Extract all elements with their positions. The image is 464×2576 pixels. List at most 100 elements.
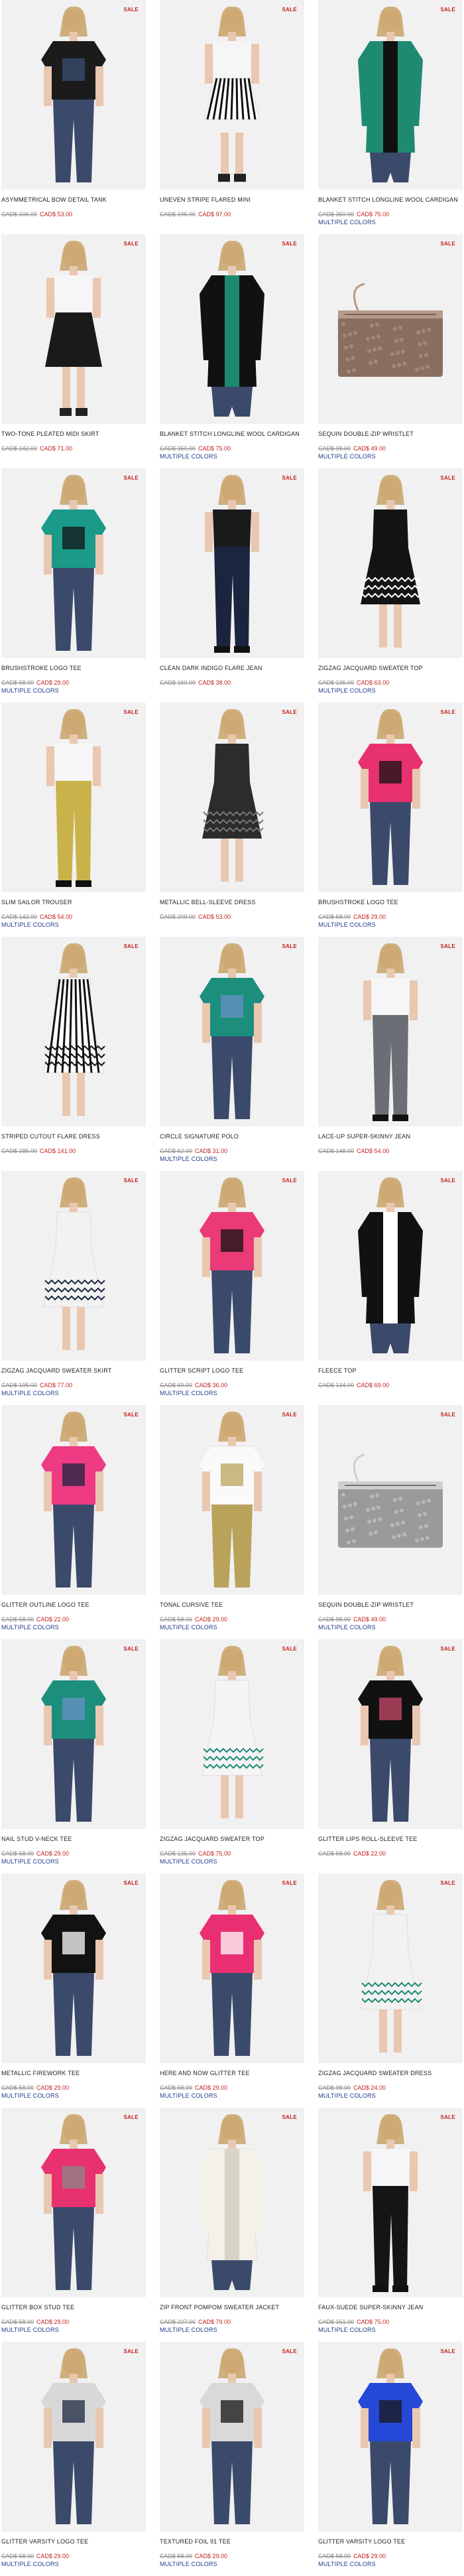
product-name[interactable]: FLEECE TOP [318,1367,463,1382]
multiple-colors-link[interactable]: MULTIPLE COLORS [318,1623,463,1631]
product-image[interactable]: SALE [160,1639,304,1829]
product-card[interactable]: SALE ZIGZAG JACQUARD SWEATER SKIRT CAD$ 19… [1,1171,146,1405]
product-image[interactable]: SALE [160,937,304,1126]
multiple-colors-link[interactable]: MULTIPLE COLORS [160,2560,304,2568]
product-image[interactable]: SALE [318,1639,463,1829]
product-image[interactable]: SALE [1,1639,146,1829]
product-name[interactable]: SEQUIN DOUBLE-ZIP WRISTLET [318,1601,463,1616]
product-card[interactable]: SALE GLITTER OUTLINE LOGO TEE CAD$ 58.00 CA… [1,1405,146,1639]
multiple-colors-link[interactable]: MULTIPLE COLORS [1,2092,146,2100]
product-image[interactable]: SALE [1,234,146,424]
product-name[interactable]: TONAL CURSIVE TEE [160,1601,304,1616]
product-image[interactable]: SALE [1,2342,146,2532]
product-name[interactable]: ZIP FRONT POMPOM SWEATER JACKET [160,2304,304,2319]
product-card[interactable]: SALE CLEAN DARK INDIGO FLARE JEAN CAD$ 160… [160,468,304,703]
product-name[interactable]: ZIGZAG JACQUARD SWEATER TOP [160,1836,304,1850]
product-image[interactable]: SALE [1,468,146,658]
multiple-colors-link[interactable]: MULTIPLE COLORS [1,687,146,695]
product-card[interactable]: SALE BRUSHSTROKE LOGO TEE CAD$ 58.00 CAD$ 2… [1,468,146,703]
multiple-colors-link[interactable]: MULTIPLE COLORS [318,2560,463,2568]
product-image[interactable]: SALE [318,468,463,658]
product-name[interactable]: METALLIC FIREWORK TEE [1,2070,146,2084]
product-image[interactable]: SALE [318,937,463,1126]
multiple-colors-link[interactable]: MULTIPLE COLORS [160,2092,304,2100]
product-name[interactable]: SLIM SAILOR TROUSER [1,899,146,914]
multiple-colors-link[interactable]: MULTIPLE COLORS [160,452,304,460]
product-name[interactable]: NAIL STUD V-NECK TEE [1,1836,146,1850]
multiple-colors-link[interactable]: MULTIPLE COLORS [318,921,463,929]
product-name[interactable]: GLITTER SCRIPT LOGO TEE [160,1367,304,1382]
product-image[interactable]: SALE [160,1171,304,1361]
product-card[interactable]: SALE METALLIC BELL-SLEEVE DRESS CAD$ 209.0… [160,703,304,937]
product-name[interactable]: BRUSHSTROKE LOGO TEE [1,665,146,679]
product-card[interactable]: SALE CIRCLE SIGNATURE POLO CAD$ 62.00 CAD$ … [160,937,304,1171]
multiple-colors-link[interactable]: MULTIPLE COLORS [160,1389,304,1397]
product-name[interactable]: GLITTER BOX STUD TEE [1,2304,146,2319]
product-image[interactable]: SALE [1,703,146,892]
product-card[interactable]: SALE TEXTURED FOIL 91 TEE CAD$ 58.00 CAD$ 2… [160,2342,304,2576]
product-card[interactable]: SALE ZIGZAG JACQUARD SWEATER TOP CAD$ 135.… [160,1639,304,1873]
product-card[interactable]: SALE ZIGZAG JACQUARD SWEATER TOP CAD$ 135.… [318,468,463,703]
product-name[interactable]: LACE-UP SUPER-SKINNY JEAN [318,1133,463,1148]
product-image[interactable]: SALE [1,1873,146,2063]
product-image[interactable]: SALE [1,0,146,190]
multiple-colors-link[interactable]: MULTIPLE COLORS [1,1623,146,1631]
product-card[interactable]: SALE LACE-UP SUPER-SKINNY JEAN CAD$ 148.00… [318,937,463,1171]
product-card[interactable]: SALE STRIPED CUTOUT FLARE DRESS CAD$ 285.0… [1,937,146,1171]
multiple-colors-link[interactable]: MULTIPLE COLORS [1,921,146,929]
product-image[interactable]: SALE [318,1873,463,2063]
multiple-colors-link[interactable]: MULTIPLE COLORS [318,2326,463,2334]
product-name[interactable]: SEQUIN DOUBLE-ZIP WRISTLET [318,431,463,445]
product-card[interactable]: SALE ZIP FRONT POMPOM SWEATER JACKET CAD$ … [160,2108,304,2342]
product-name[interactable]: CIRCLE SIGNATURE POLO [160,1133,304,1148]
multiple-colors-link[interactable]: MULTIPLE COLORS [160,1858,304,1865]
product-image[interactable]: SALE [318,2108,463,2297]
product-name[interactable]: BLANKET STITCH LONGLINE WOOL CARDIGAN [160,431,304,445]
product-card[interactable]: SALE BLANKET STITCH LONGLINE WOOL CARDIGA… [160,234,304,468]
product-card[interactable]: SALE TWO-TONE PLEATED MIDI SKIRT CAD$ 142.… [1,234,146,468]
product-card[interactable]: SALE METALLIC FIREWORK TEE CAD$ 58.00 CAD$ … [1,1873,146,2108]
multiple-colors-link[interactable]: MULTIPLE COLORS [1,2560,146,2568]
multiple-colors-link[interactable]: MULTIPLE COLORS [318,2092,463,2100]
product-name[interactable]: ASYMMETRICAL BOW DETAIL TANK [1,196,146,211]
product-card[interactable]: SALE SEQUIN DOUBLE-ZIP WRISTLET CAD$ 98.00… [318,1405,463,1639]
multiple-colors-link[interactable]: MULTIPLE COLORS [1,1858,146,1865]
multiple-colors-link[interactable]: MULTIPLE COLORS [318,687,463,695]
product-image[interactable]: SALE [318,0,463,190]
multiple-colors-link[interactable]: MULTIPLE COLORS [1,1389,146,1397]
product-card[interactable]: SALE GLITTER VARSITY LOGO TEE CAD$ 58.00 CA… [318,2342,463,2576]
product-name[interactable]: TEXTURED FOIL 91 TEE [160,2538,304,2553]
product-name[interactable]: STRIPED CUTOUT FLARE DRESS [1,1133,146,1148]
product-name[interactable]: TWO-TONE PLEATED MIDI SKIRT [1,431,146,445]
product-name[interactable]: ZIGZAG JACQUARD SWEATER DRESS [318,2070,463,2084]
product-card[interactable]: SALE SEQUIN DOUBLE-ZIP WRISTLET CAD$ 98.00… [318,234,463,468]
product-image[interactable]: SALE [160,468,304,658]
product-card[interactable]: SALE FAUX-SUEDE SUPER-SKINNY JEAN CAD$ 151… [318,2108,463,2342]
product-image[interactable]: SALE [1,2108,146,2297]
product-card[interactable]: SALE ASYMMETRICAL BOW DETAIL TANK CAD$ 106… [1,0,146,234]
product-card[interactable]: SALE BLANKET STITCH LONGLINE WOOL CARDIGA… [318,0,463,234]
multiple-colors-link[interactable]: MULTIPLE COLORS [160,2326,304,2334]
multiple-colors-link[interactable]: MULTIPLE COLORS [318,452,463,460]
product-image[interactable]: SALE [160,1873,304,2063]
product-image[interactable]: SALE [160,0,304,190]
product-name[interactable]: GLITTER VARSITY LOGO TEE [318,2538,463,2553]
multiple-colors-link[interactable]: MULTIPLE COLORS [1,2326,146,2334]
product-image[interactable]: SALE [1,937,146,1126]
product-name[interactable]: BRUSHSTROKE LOGO TEE [318,899,463,914]
multiple-colors-link[interactable]: MULTIPLE COLORS [160,1155,304,1163]
product-name[interactable]: GLITTER LIPS ROLL-SLEEVE TEE [318,1836,463,1850]
product-card[interactable]: SALE FLEECE TOP CAD$ 134.00 CAD$ 69.00 [318,1171,463,1405]
product-name[interactable]: GLITTER OUTLINE LOGO TEE [1,1601,146,1616]
product-image[interactable]: SALE [1,1171,146,1361]
product-name[interactable]: UNEVEN STRIPE FLARED MINI [160,196,304,211]
product-card[interactable]: SALE UNEVEN STRIPE FLARED MINI CAD$ 195.00… [160,0,304,234]
product-name[interactable]: GLITTER VARSITY LOGO TEE [1,2538,146,2553]
product-image[interactable]: SALE [160,2108,304,2297]
multiple-colors-link[interactable]: MULTIPLE COLORS [160,1623,304,1631]
product-image[interactable]: SALE [160,1405,304,1595]
product-name[interactable]: BLANKET STITCH LONGLINE WOOL CARDIGAN [318,196,463,211]
product-image[interactable]: SALE [160,234,304,424]
product-name[interactable]: FAUX-SUEDE SUPER-SKINNY JEAN [318,2304,463,2319]
product-card[interactable]: SALE NAIL STUD V-NECK TEE CAD$ 58.00 CAD$ 2… [1,1639,146,1873]
